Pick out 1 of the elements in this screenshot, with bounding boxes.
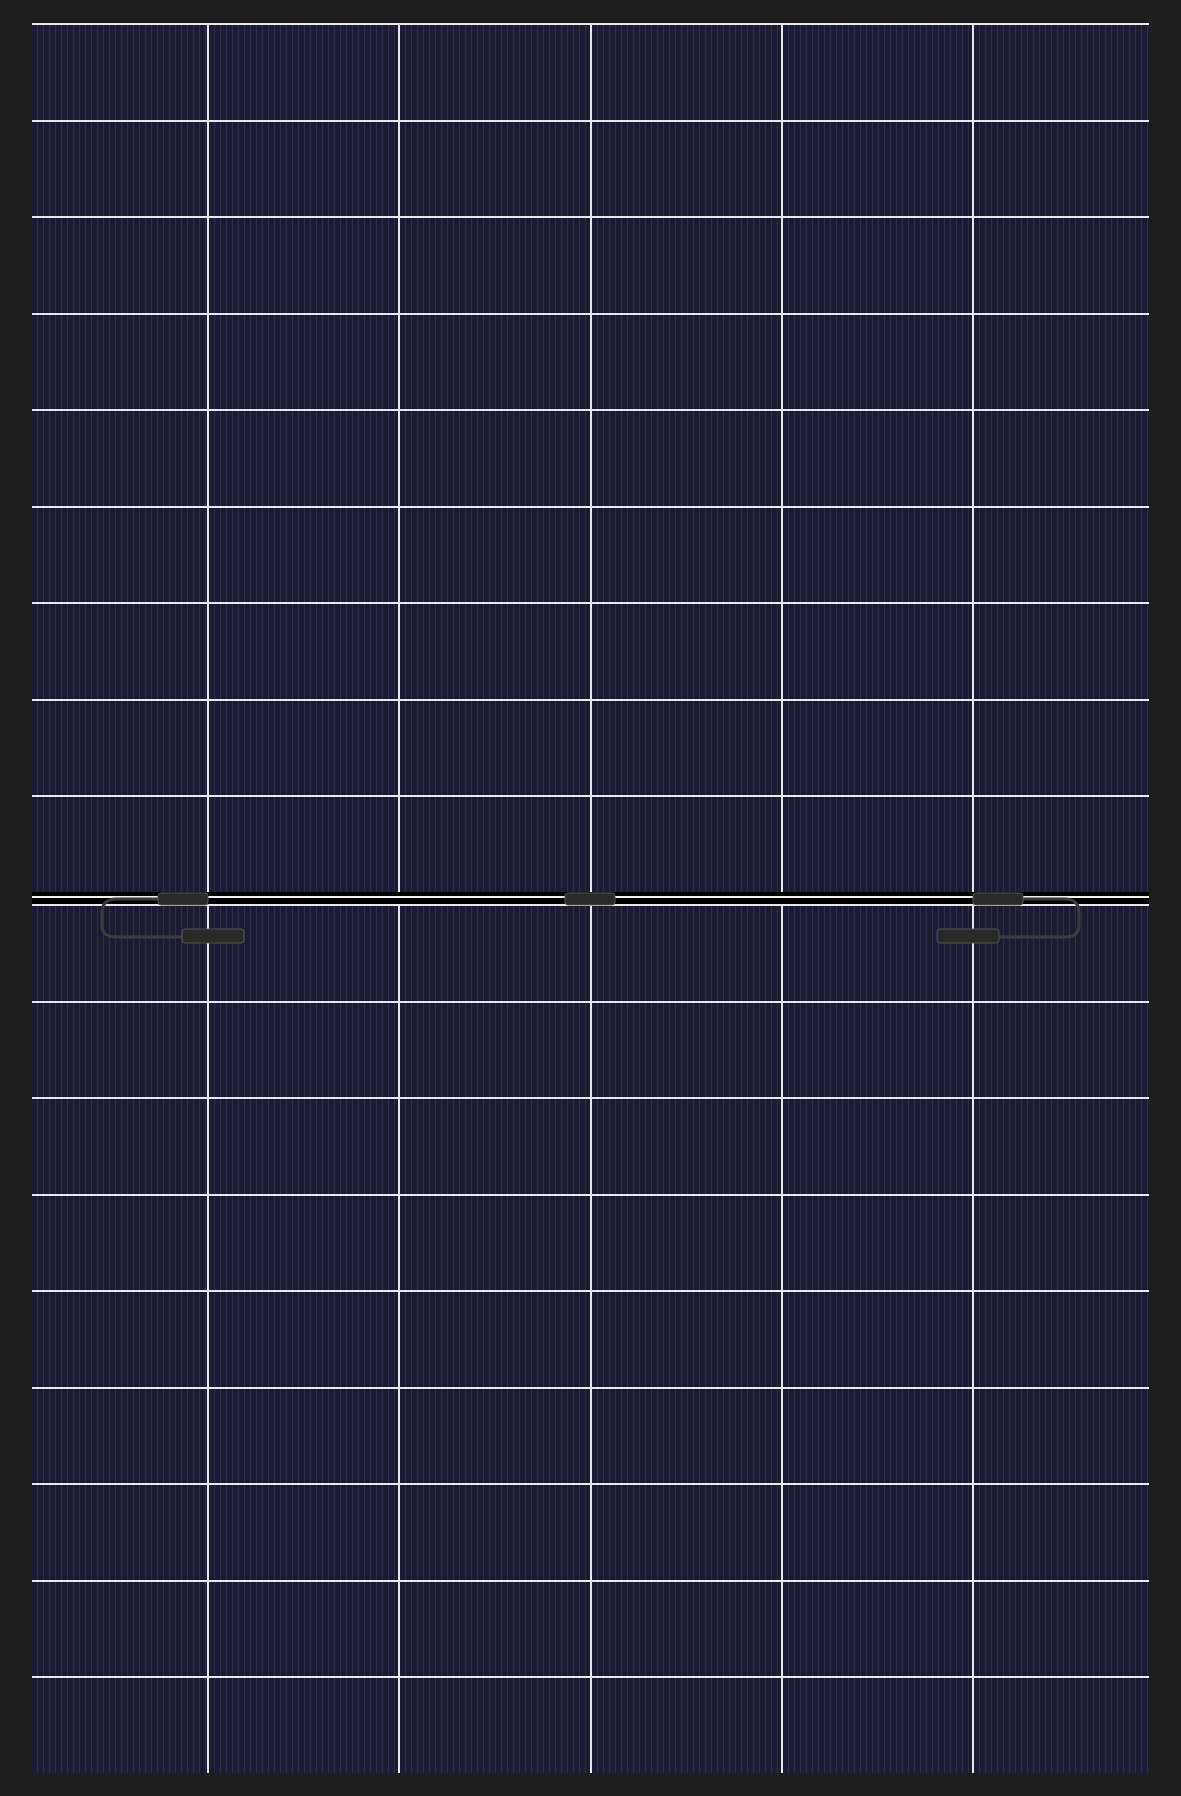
junction-box-drawing: [564, 892, 616, 906]
